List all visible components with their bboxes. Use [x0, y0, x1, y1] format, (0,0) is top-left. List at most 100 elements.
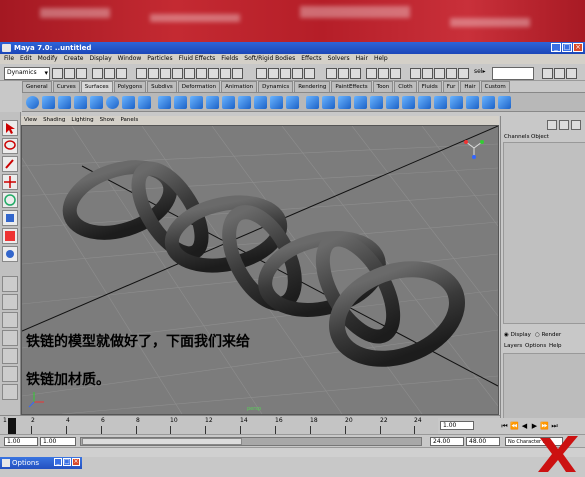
perspective-viewport[interactable]: 铁链的模型就做好了，下面我们来给 铁链加材质。 persp [21, 125, 499, 415]
viewport-menu-show[interactable]: Show [100, 116, 115, 125]
rebuild-icon[interactable] [482, 96, 495, 109]
rotate-tool-icon[interactable] [2, 192, 18, 208]
bevel-plus-icon[interactable] [286, 96, 299, 109]
lasso-tool-icon[interactable] [2, 138, 18, 154]
tab-toon[interactable]: Toon [372, 81, 394, 92]
ipr-render-icon[interactable] [378, 68, 389, 79]
object-tab[interactable]: Object [531, 134, 549, 140]
attach-icon[interactable] [370, 96, 383, 109]
menu-display[interactable]: Display [90, 54, 112, 64]
custom-layout-icon[interactable] [2, 384, 18, 400]
show-attribute-editor-icon[interactable] [410, 68, 421, 79]
channel-box-icon-3[interactable] [571, 120, 581, 130]
minimize-button[interactable]: _ [551, 43, 561, 52]
select-component-icon[interactable] [116, 68, 127, 79]
nurbs-cone-icon[interactable] [74, 96, 87, 109]
tab-rendering[interactable]: Rendering [294, 81, 331, 92]
tab-fluids[interactable]: Fluids [417, 81, 442, 92]
render-globals-icon[interactable] [390, 68, 401, 79]
deform-mask-icon[interactable] [196, 68, 207, 79]
status-icon-1[interactable] [542, 68, 553, 79]
paint-select-tool-icon[interactable] [2, 156, 18, 172]
trim-icon[interactable] [338, 96, 351, 109]
menu-set-dropdown[interactable]: Dynamics [4, 67, 50, 80]
tab-fur[interactable]: Fur [442, 81, 460, 92]
current-time-marker[interactable] [8, 418, 16, 434]
menu-particles[interactable]: Particles [147, 54, 172, 64]
viewport-menu-shading[interactable]: Shading [43, 116, 65, 125]
select-tool-icon[interactable] [2, 120, 18, 136]
snap-grid-icon[interactable] [256, 68, 267, 79]
align-icon[interactable] [402, 96, 415, 109]
square-surface-icon[interactable] [254, 96, 267, 109]
menu-window[interactable]: Window [118, 54, 142, 64]
render-radio[interactable]: ○ Render [535, 332, 561, 338]
go-to-end-button[interactable]: ⏭ [550, 421, 559, 431]
menu-soft-rigid-bodies[interactable]: Soft/Rigid Bodies [244, 54, 295, 64]
intersect-icon[interactable] [306, 96, 319, 109]
play-forward-button[interactable]: ▶ [530, 421, 539, 431]
nurbs-square-icon[interactable] [138, 96, 151, 109]
extrude-icon[interactable] [206, 96, 219, 109]
menu-hair[interactable]: Hair [356, 54, 368, 64]
nurbs-torus-icon[interactable] [106, 96, 119, 109]
tab-painteffects[interactable]: PaintEffects [331, 81, 372, 92]
menu-help[interactable]: Help [374, 54, 388, 64]
close-button[interactable]: × [573, 43, 583, 52]
layers-menu-help[interactable]: Help [549, 343, 562, 349]
maximize-button[interactable]: □ [562, 43, 572, 52]
untrim-icon[interactable] [354, 96, 367, 109]
loft-icon[interactable] [174, 96, 187, 109]
viewport-menu-panels[interactable]: Panels [120, 116, 138, 125]
snap-point-icon[interactable] [280, 68, 291, 79]
viewport-menu-lighting[interactable]: Lighting [71, 116, 93, 125]
select-hierarchy-icon[interactable] [92, 68, 103, 79]
nurbs-cylinder-icon[interactable] [58, 96, 71, 109]
planar-icon[interactable] [190, 96, 203, 109]
options-close-button[interactable]: × [72, 458, 80, 466]
tab-subdivs[interactable]: Subdivs [147, 81, 177, 92]
surface-mask-icon[interactable] [184, 68, 195, 79]
insert-isoparm-icon[interactable] [434, 96, 447, 109]
tab-surfaces[interactable]: Surfaces [80, 81, 113, 92]
tab-cloth[interactable]: Cloth [394, 81, 417, 92]
save-scene-icon[interactable] [76, 68, 87, 79]
tab-dynamics[interactable]: Dynamics [258, 81, 294, 92]
scale-tool-icon[interactable] [2, 210, 18, 226]
hypershade-layout-icon[interactable] [2, 348, 18, 364]
start-time-field[interactable]: 1.00 [4, 437, 38, 446]
nurbs-cube-icon[interactable] [42, 96, 55, 109]
channel-box-icon-2[interactable] [559, 120, 569, 130]
tab-custom[interactable]: Custom [480, 81, 510, 92]
render-mask-icon[interactable] [220, 68, 231, 79]
four-pane-layout-icon[interactable] [2, 294, 18, 310]
step-back-button[interactable]: ⏪ [510, 421, 519, 431]
tab-hair[interactable]: Hair [460, 81, 480, 92]
quick-selection-field[interactable] [492, 67, 534, 80]
menu-effects[interactable]: Effects [301, 54, 321, 64]
extend-icon[interactable] [450, 96, 463, 109]
status-icon-3[interactable] [566, 68, 577, 79]
revolve-icon[interactable] [158, 96, 171, 109]
construction-history-icon[interactable] [350, 68, 361, 79]
tab-animation[interactable]: Animation [221, 81, 258, 92]
misc-mask-icon[interactable] [232, 68, 243, 79]
command-line[interactable] [0, 447, 585, 457]
go-to-start-button[interactable]: ⏮ [500, 421, 509, 431]
render-layout-icon[interactable] [2, 366, 18, 382]
nurbs-sphere-icon[interactable] [26, 96, 39, 109]
show-tool-settings-icon[interactable] [422, 68, 433, 79]
menu-fields[interactable]: Fields [221, 54, 238, 64]
new-scene-icon[interactable] [52, 68, 63, 79]
make-live-icon[interactable] [304, 68, 315, 79]
status-icon-2[interactable] [554, 68, 565, 79]
tab-deformation[interactable]: Deformation [177, 81, 221, 92]
menu-modify[interactable]: Modify [38, 54, 58, 64]
birail-icon[interactable] [222, 96, 235, 109]
last-tool-icon[interactable] [2, 246, 18, 262]
project-curve-icon[interactable] [322, 96, 335, 109]
menu-file[interactable]: File [4, 54, 14, 64]
render-current-frame-icon[interactable] [366, 68, 377, 79]
tab-curves[interactable]: Curves [52, 81, 80, 92]
single-pane-layout-icon[interactable] [2, 276, 18, 292]
